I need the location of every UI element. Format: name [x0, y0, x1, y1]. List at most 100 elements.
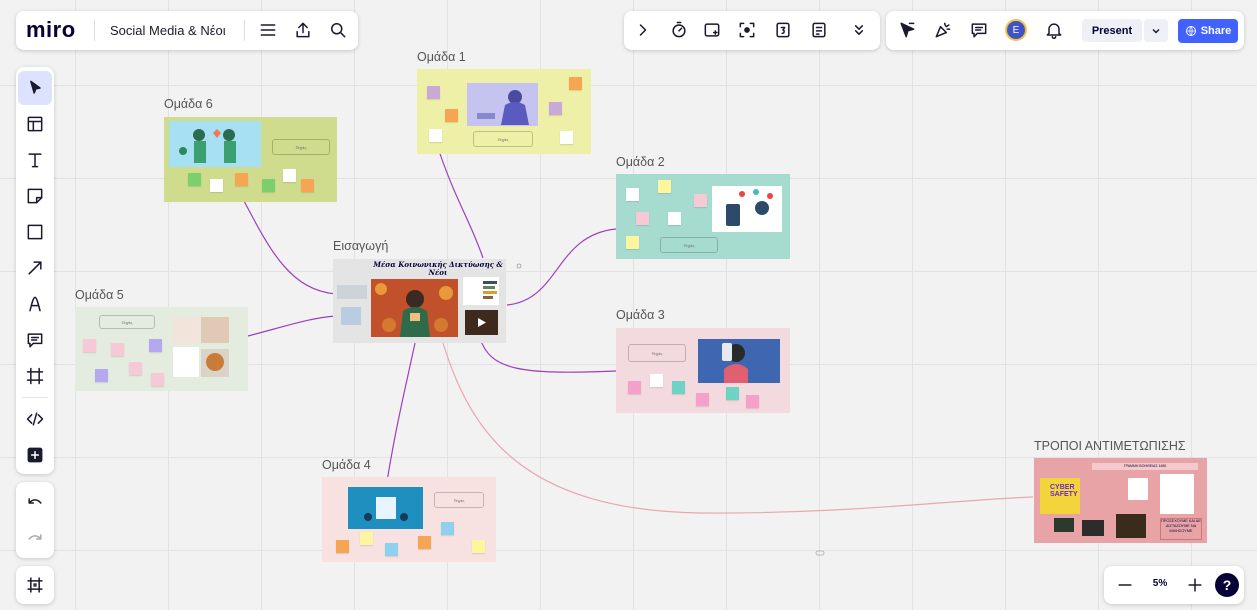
card-icon[interactable]: [699, 17, 725, 43]
text-tool[interactable]: [18, 143, 52, 177]
frame-label-g4: Ομάδα 4: [322, 458, 371, 472]
frame-tropoi[interactable]: ΓΡΑΜΜΗ ΒΟΗΘΕΙΑΣ 1480 CYBER SAFETY ΠΡΟΣΕΧ…: [1034, 458, 1207, 543]
celebrate-icon[interactable]: [930, 17, 956, 43]
frame-label-g6: Ομάδα 6: [164, 97, 213, 111]
present-button[interactable]: Present: [1082, 19, 1142, 42]
code-icon: [26, 412, 44, 426]
pen-tool[interactable]: [18, 287, 52, 321]
board-title[interactable]: Social Media & Νέοι: [110, 23, 226, 38]
frame-label-g5: Ομάδα 5: [75, 288, 124, 302]
frame-g3[interactable]: Πηγές: [616, 328, 790, 413]
sticky-note-icon: [27, 188, 43, 204]
zoom-in-button[interactable]: [1182, 572, 1208, 598]
group5-image-b: [201, 317, 229, 343]
comment-icon[interactable]: [966, 17, 992, 43]
connector-tool[interactable]: [18, 251, 52, 285]
group6-sources-box[interactable]: Πηγές: [272, 139, 330, 155]
timer-icon[interactable]: [666, 17, 692, 43]
frames-panel-button[interactable]: [16, 566, 54, 604]
share-label: Share: [1200, 25, 1232, 37]
frame-label-intro: Εισαγωγή: [333, 239, 389, 253]
counter-icon[interactable]: [770, 17, 796, 43]
arrow-icon: [28, 261, 42, 275]
sticky-note-tool[interactable]: [18, 179, 52, 213]
shape-tool[interactable]: [18, 215, 52, 249]
pen-icon: [29, 296, 41, 312]
tropoi-thumb-b: [1082, 520, 1104, 536]
group3-sources-box[interactable]: Πηγές: [628, 344, 686, 362]
menu-icon[interactable]: [255, 17, 281, 43]
intro-main-image: [371, 279, 458, 337]
chevron-right-icon[interactable]: [630, 17, 656, 43]
connector-g3[interactable]: [479, 337, 617, 373]
intro-small-image: [341, 307, 361, 325]
frame-g4[interactable]: Πηγές: [322, 477, 496, 562]
embed-tool[interactable]: [18, 402, 52, 436]
tropoi-thumb-a: [1054, 518, 1074, 532]
cursor-icon: [30, 80, 41, 94]
frames-list-icon: [27, 577, 43, 593]
intro-title: Μέσα Κοινωνικής Δικτύωσης & Νέοι: [373, 260, 503, 277]
collaboration-toolbar: [624, 11, 880, 50]
frame-label-g1: Ομάδα 1: [417, 50, 466, 64]
template-icon: [27, 116, 43, 132]
undo-button[interactable]: [18, 486, 52, 520]
group2-image: [712, 186, 782, 232]
present-dropdown[interactable]: [1144, 19, 1168, 42]
connector-g4[interactable]: [385, 342, 416, 489]
group3-image: [698, 339, 780, 383]
group5-image-c: [173, 347, 199, 377]
select-tool[interactable]: [18, 71, 52, 105]
connector-g1[interactable]: [435, 141, 484, 259]
group5-image-d: [201, 349, 229, 377]
group2-sources-box[interactable]: Πηγές: [660, 237, 718, 253]
chevron-down-icon: [1152, 28, 1160, 34]
intro-video-thumb[interactable]: [465, 310, 498, 335]
upload-icon[interactable]: [290, 17, 316, 43]
more-apps-tool[interactable]: [18, 438, 52, 472]
undo-redo-panel: [16, 482, 54, 558]
zoom-out-button[interactable]: [1112, 572, 1138, 598]
group1-image: [467, 83, 538, 126]
cursor-follow-icon[interactable]: [894, 17, 920, 43]
templates-tool[interactable]: [18, 107, 52, 141]
comment-tool-icon: [27, 333, 43, 348]
group6-image: [169, 121, 261, 167]
bell-icon[interactable]: [1041, 17, 1067, 43]
minus-icon: [1118, 584, 1132, 586]
zoom-level[interactable]: 5%: [1148, 578, 1172, 589]
user-avatar[interactable]: E: [1005, 19, 1027, 41]
connector-g2[interactable]: [506, 228, 617, 306]
comment-tool[interactable]: [18, 323, 52, 357]
group5-image-a: [173, 317, 199, 343]
plus-square-icon: [27, 447, 43, 463]
frame-intro[interactable]: Μέσα Κοινωνικής Δικτύωσης & Νέοι: [333, 259, 506, 343]
frame-g2[interactable]: Πηγές: [616, 174, 790, 259]
cyber-safety-image: CYBER SAFETY: [1040, 478, 1080, 514]
plus-icon: [1188, 578, 1202, 592]
avatar-letter: E: [1012, 24, 1020, 36]
more-icon[interactable]: [846, 17, 872, 43]
connector-g6[interactable]: [243, 200, 337, 295]
frame-g5[interactable]: Πηγές: [75, 307, 248, 391]
share-button[interactable]: Share: [1178, 19, 1238, 43]
miro-logo[interactable]: miro: [26, 17, 76, 43]
frame-tool[interactable]: [18, 359, 52, 393]
redo-button[interactable]: [18, 522, 52, 556]
globe-icon: [1185, 26, 1196, 36]
group1-sources-box[interactable]: Πηγές: [473, 131, 533, 147]
notes-icon[interactable]: [806, 17, 832, 43]
search-icon[interactable]: [325, 17, 351, 43]
undo-icon: [28, 498, 42, 504]
group4-sources-box[interactable]: Πηγές: [434, 492, 484, 508]
help-button[interactable]: ?: [1215, 573, 1239, 597]
connector-g5[interactable]: [247, 315, 337, 337]
help-icon: ?: [1222, 577, 1232, 593]
intro-gallery-image: [337, 285, 367, 299]
focus-icon[interactable]: [734, 17, 760, 43]
frame-g6[interactable]: Πηγές: [164, 117, 337, 202]
top-right-toolbar: E Present Share: [886, 11, 1244, 50]
frame-g1[interactable]: Πηγές: [417, 69, 591, 154]
square-icon: [27, 224, 43, 240]
group5-sources-box[interactable]: Πηγές: [99, 315, 155, 329]
